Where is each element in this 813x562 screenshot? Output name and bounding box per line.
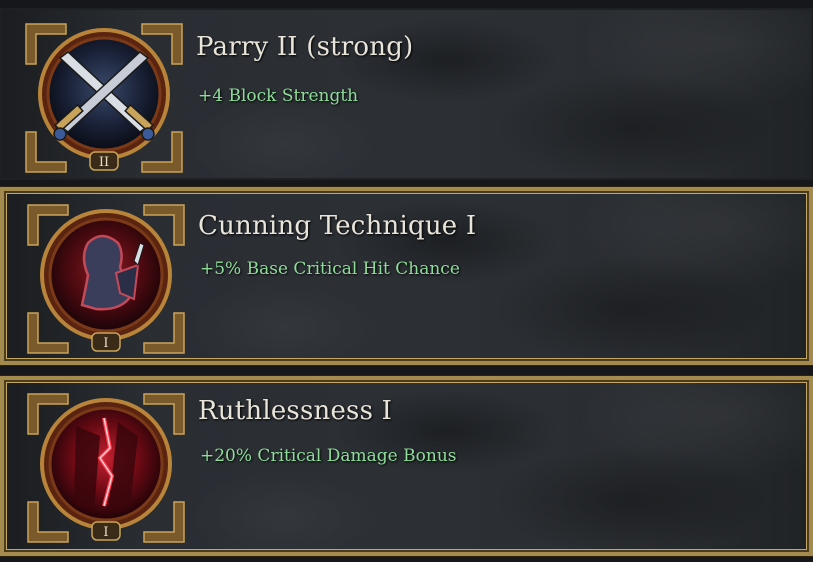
blood-strike-icon: I — [27, 393, 185, 543]
perk-title: Parry II (strong) — [196, 32, 414, 62]
perk-effect: +5% Base Critical Hit Chance — [200, 259, 460, 279]
perk-card-cunning-technique[interactable]: I Cunning Technique I +5% Base Critical … — [0, 187, 813, 365]
rank-label: I — [103, 525, 108, 540]
crossed-swords-icon: II — [25, 23, 183, 173]
rank-label: I — [103, 336, 108, 351]
perk-icon-frame: I — [26, 392, 186, 544]
perk-card-parry[interactable]: II Parry II (strong) +4 Block Strength — [0, 8, 813, 180]
perk-card-ruthlessness[interactable]: I Ruthlessness I +20% Critical Damage Bo… — [0, 376, 813, 556]
perk-effect: +4 Block Strength — [198, 86, 359, 106]
perk-icon-frame: II — [24, 22, 184, 174]
rogue-figure-icon: I — [27, 204, 185, 354]
perk-title: Cunning Technique I — [198, 211, 477, 241]
rank-label: II — [99, 155, 109, 170]
perk-icon-frame: I — [26, 203, 186, 355]
perk-title: Ruthlessness I — [198, 396, 393, 426]
perk-effect: +20% Critical Damage Bonus — [200, 446, 457, 466]
